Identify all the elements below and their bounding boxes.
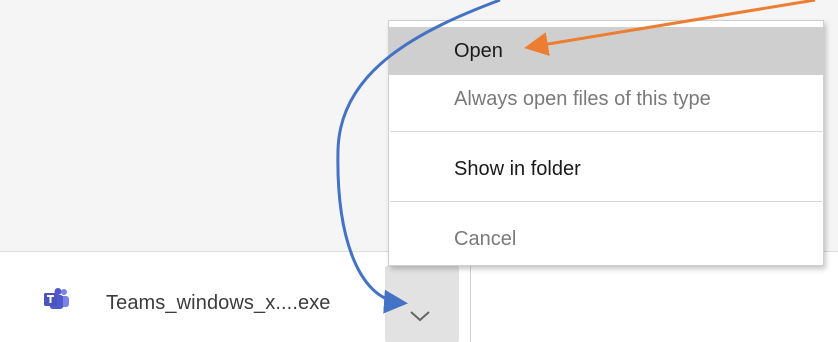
- menu-item-cancel[interactable]: Cancel: [389, 215, 823, 263]
- microsoft-teams-icon: [44, 288, 69, 309]
- download-file-name: Teams_windows_x....exe: [106, 292, 331, 314]
- menu-item-open[interactable]: Open: [389, 27, 823, 75]
- menu-separator: [390, 131, 822, 132]
- download-options-button[interactable]: [385, 266, 459, 342]
- menu-item-always-open[interactable]: Always open files of this type: [389, 75, 823, 123]
- download-context-menu: Open Always open files of this type Show…: [388, 20, 824, 266]
- chevron-down-icon: [410, 311, 430, 322]
- shelf-divider: [470, 262, 471, 342]
- menu-item-show-in-folder[interactable]: Show in folder: [389, 145, 823, 193]
- menu-separator: [390, 201, 822, 202]
